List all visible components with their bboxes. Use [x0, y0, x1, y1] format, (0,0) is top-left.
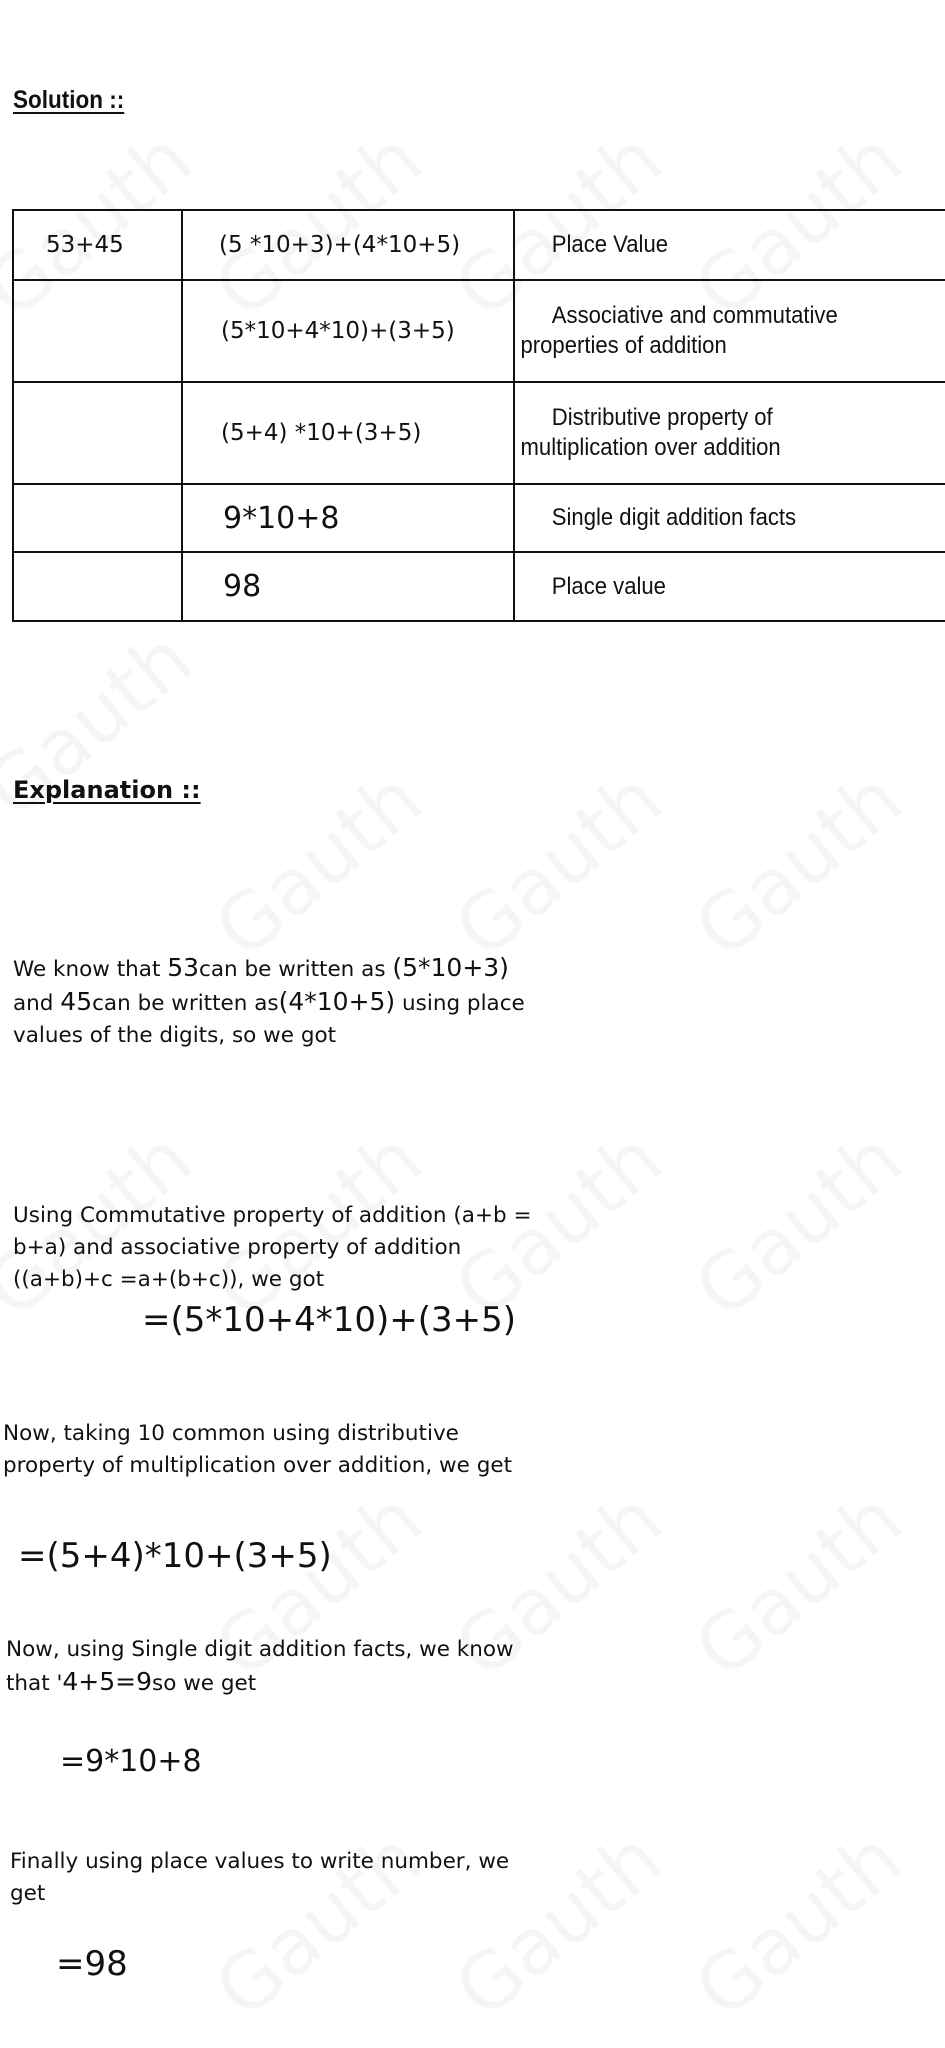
watermark: Gauth	[679, 1114, 919, 1336]
text: and	[13, 991, 61, 1016]
text: can be written as	[199, 957, 393, 982]
paragraph-line: property of multiplication over addition…	[3, 1453, 513, 1478]
explanation-paragraph-2: Using Commutative property of addition (…	[13, 1200, 531, 1296]
equation: =9*10+8	[60, 1744, 202, 1779]
paragraph-line: Now, using Single digit addition facts, …	[6, 1637, 514, 1662]
equation: =(5*10+4*10)+(3+5)	[142, 1300, 517, 1340]
step-expression: (5+4) *10+(3+5)	[221, 420, 422, 446]
table-row: 9*10+8 Single digit addition facts	[12, 483, 945, 553]
explanation-paragraph-1: We know that 53can be written as (5*10+3…	[13, 952, 525, 1052]
step-expression: (5*10+4*10)+(3+5)	[221, 318, 455, 344]
step-property: Single digit addition facts	[551, 504, 797, 531]
solution-table: 53+45 (5 *10+3)+(4*10+5) Place Value (5*…	[12, 209, 945, 622]
paragraph-line: Now, taking 10 common using distributive	[3, 1421, 459, 1446]
paragraph-line: get	[10, 1881, 46, 1906]
watermark: Gauth	[679, 754, 919, 976]
watermark: Gauth	[439, 754, 679, 976]
paragraph-line: b+a) and associative property of additio…	[13, 1235, 462, 1260]
step-expression: (5 *10+3)+(4*10+5)	[219, 232, 461, 258]
table-cell	[12, 279, 183, 383]
paragraph-line: and 45can be written as(4*10+5) using pl…	[13, 986, 525, 1020]
equation: =(5+4)*10+(3+5)	[18, 1536, 332, 1576]
step-property-line1: Distributive property of	[551, 404, 773, 431]
paragraph-line: that '4+5=9so we get	[6, 1666, 514, 1700]
table-row: (5*10+4*10)+(3+5) Associative and commut…	[12, 279, 945, 383]
paragraph-line: Finally using place values to write numb…	[10, 1849, 510, 1874]
table-cell	[12, 483, 183, 553]
explanation-heading: Explanation ::	[13, 776, 201, 804]
table-cell: 53+45	[12, 209, 183, 281]
watermark: Gauth	[199, 754, 439, 976]
text: using place	[395, 991, 525, 1016]
expression: (4*10+5)	[278, 987, 396, 1016]
original-expression: 53+45	[46, 232, 124, 258]
text: can be written as	[92, 991, 279, 1016]
explanation-paragraph-4: Now, using Single digit addition facts, …	[6, 1634, 514, 1700]
watermark: Gauth	[679, 1474, 919, 1696]
table-row: 53+45 (5 *10+3)+(4*10+5) Place Value	[12, 209, 945, 281]
step-property: Place value	[551, 572, 666, 600]
paragraph-line: We know that 53can be written as (5*10+3…	[13, 952, 525, 986]
paragraph-line: ((a+b)+c =a+(b+c)), we got	[13, 1267, 325, 1292]
text: so we get	[152, 1671, 257, 1696]
explanation-paragraph-3: Now, taking 10 common using distributive…	[3, 1418, 512, 1482]
expression: 4+5=9	[62, 1667, 153, 1696]
table-cell: (5 *10+3)+(4*10+5)	[181, 209, 515, 281]
expression: (5*10+3)	[392, 953, 509, 982]
step-property-line2: properties of addition	[520, 332, 727, 359]
table-row: (5+4) *10+(3+5) Distributive property of…	[12, 381, 945, 485]
number-45: 45	[60, 987, 93, 1016]
table-cell: Place value	[513, 551, 945, 622]
step-expression: 9*10+8	[223, 500, 340, 536]
number-53: 53	[167, 953, 200, 982]
table-cell: 98	[181, 551, 515, 622]
solution-heading: Solution ::	[13, 86, 125, 114]
table-cell: Single digit addition facts	[513, 483, 945, 553]
table-cell	[12, 381, 183, 485]
table-cell: Place Value	[513, 209, 945, 281]
text: that '	[6, 1671, 63, 1696]
paragraph-line: values of the digits, so we got	[13, 1023, 337, 1048]
step-expression: 98	[223, 569, 262, 604]
step-property-line1: Associative and commutative	[551, 302, 838, 329]
paragraph-line: Using Commutative property of addition (…	[13, 1203, 532, 1228]
table-cell: Associative and commutative properties o…	[513, 279, 945, 383]
table-row: 98 Place value	[12, 551, 945, 622]
table-cell: (5+4) *10+(3+5)	[181, 381, 515, 485]
table-cell: 9*10+8	[181, 483, 515, 553]
table-cell: (5*10+4*10)+(3+5)	[181, 279, 515, 383]
table-cell: Distributive property of multiplication …	[513, 381, 945, 485]
watermark: Gauth	[679, 1814, 919, 2036]
step-property: Place Value	[551, 231, 669, 258]
explanation-paragraph-5: Finally using place values to write numb…	[10, 1846, 509, 1910]
final-answer: =98	[56, 1944, 128, 1984]
table-cell	[12, 551, 183, 622]
text: We know that	[13, 957, 168, 982]
step-property-line2: multiplication over addition	[520, 434, 781, 461]
